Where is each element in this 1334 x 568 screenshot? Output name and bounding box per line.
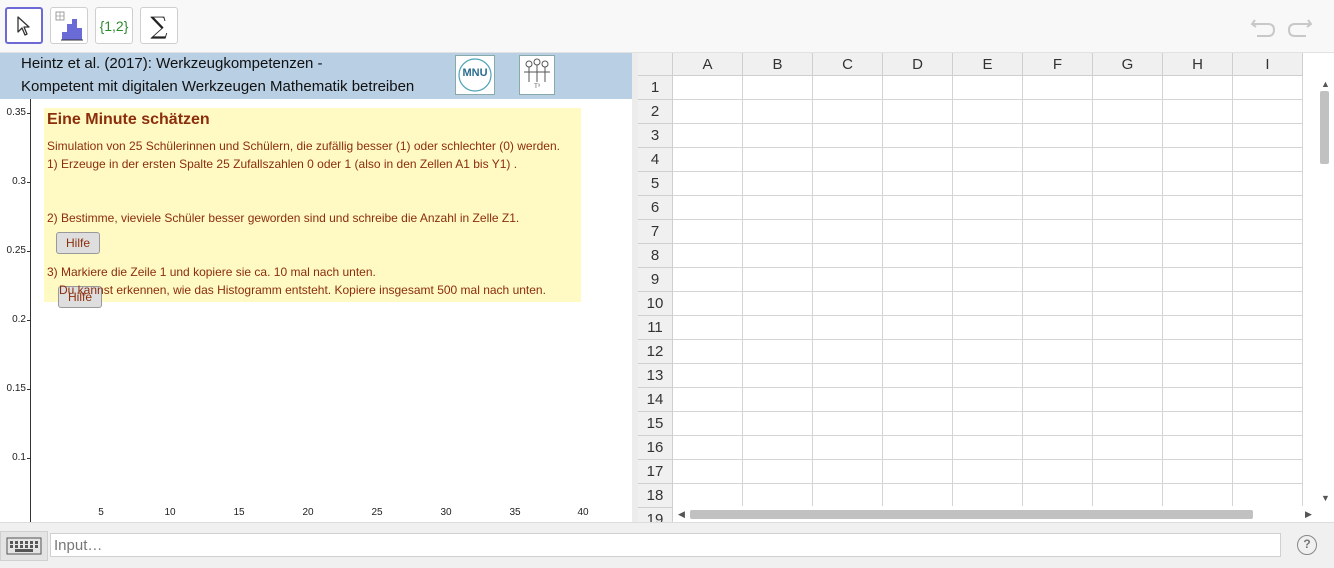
y-tick-mark <box>27 389 31 390</box>
row-header-12[interactable]: 12 <box>638 340 673 364</box>
x-tick-label: 35 <box>509 507 521 518</box>
row-header-8[interactable]: 8 <box>638 244 673 268</box>
spreadsheet-view[interactable]: ABCDEFGHI 1 2 3 4 5 6 7 8 9 10 11 12 13 14 15 16 17 18 19 … <box>638 53 1334 522</box>
sum-tool-button[interactable]: ∑ <box>140 7 178 44</box>
x-tick-label: 10 <box>164 507 176 518</box>
x-tick-label: 5 <box>98 507 104 518</box>
keyboard-button[interactable] <box>0 531 48 561</box>
header-line-1: Heintz et al. (2017): Werkzeugkompetenze… <box>21 55 323 72</box>
cursor-arrow-icon <box>17 15 30 36</box>
vertical-scrollbar-thumb[interactable] <box>1320 91 1329 164</box>
row-header-6[interactable]: 6 <box>638 196 673 220</box>
undo-button[interactable] <box>1247 12 1279 40</box>
row-header-14[interactable]: 14 <box>638 388 673 412</box>
histogram-tool-button[interactable] <box>50 7 88 44</box>
column-header-e[interactable]: E <box>953 53 1023 76</box>
column-header-i[interactable]: I <box>1233 53 1303 76</box>
redo-icon <box>1287 19 1313 37</box>
algebra-input[interactable] <box>50 533 1281 557</box>
y-tick-label: 0.15 <box>6 383 26 394</box>
task-title: Eine Minute schätzen <box>47 111 210 128</box>
undo-icon <box>1250 19 1276 37</box>
y-tick-mark <box>27 320 31 321</box>
toolbar: {1,2} ∑ <box>0 0 1334 53</box>
header-line-2: Kompetent mit digitalen Werkzeugen Mathe… <box>21 78 415 95</box>
list-braces-icon: {1,2} <box>99 17 129 34</box>
row-header-18[interactable]: 18 <box>638 484 673 508</box>
scroll-up-arrow-icon[interactable]: ▲ <box>1321 79 1330 89</box>
x-tick-label: 40 <box>577 507 589 518</box>
row-header-16[interactable]: 16 <box>638 436 673 460</box>
y-tick-mark <box>27 182 31 183</box>
column-header-f[interactable]: F <box>1023 53 1093 76</box>
task-line-1: Simulation von 25 Schülerinnen und Schül… <box>47 139 560 153</box>
list-tool-button[interactable]: {1,2} <box>95 7 133 44</box>
hilfe-button-1[interactable]: Hilfe <box>56 232 101 254</box>
task-line-5: Du kannst erkennen, wie das Histogramm e… <box>59 283 546 297</box>
row-header-5[interactable]: 5 <box>638 172 673 196</box>
vertical-scrollbar-track[interactable] <box>1303 76 1334 506</box>
mnu-logo: MNU <box>455 55 495 95</box>
column-header-d[interactable]: D <box>883 53 953 76</box>
t3-logo: T³ <box>519 55 555 95</box>
y-tick-mark <box>27 458 31 459</box>
scroll-down-arrow-icon[interactable]: ▼ <box>1321 493 1330 503</box>
move-tool-button[interactable] <box>5 7 43 44</box>
row-header-11[interactable]: 11 <box>638 316 673 340</box>
input-bar: ? <box>0 522 1334 568</box>
row-header-15[interactable]: 15 <box>638 412 673 436</box>
y-tick-mark <box>27 251 31 252</box>
row-header-1[interactable]: 1 <box>638 76 673 100</box>
y-tick-label: 0.1 <box>12 452 26 463</box>
keyboard-icon <box>6 537 42 555</box>
horizontal-scrollbar-thumb[interactable] <box>690 510 1253 519</box>
row-header-7[interactable]: 7 <box>638 220 673 244</box>
task-line-2: 1) Erzeuge in der ersten Spalte 25 Zufal… <box>47 157 518 171</box>
row-header-2[interactable]: 2 <box>638 100 673 124</box>
scroll-right-arrow-icon[interactable]: ▶ <box>1305 509 1312 520</box>
y-tick-label: 0.25 <box>6 245 26 256</box>
x-tick-label: 25 <box>371 507 383 518</box>
graphics-view[interactable]: Heintz et al. (2017): Werkzeugkompetenze… <box>0 53 632 522</box>
row-header-9[interactable]: 9 <box>638 268 673 292</box>
redo-button[interactable] <box>1284 12 1316 40</box>
task-line-3: 2) Bestimme, vieviele Schüler besser gew… <box>47 211 520 225</box>
row-header-13[interactable]: 13 <box>638 364 673 388</box>
task-box: Eine Minute schätzen Simulation von 25 S… <box>44 108 581 308</box>
column-header-a[interactable]: A <box>673 53 743 76</box>
row-header-4[interactable]: 4 <box>638 148 673 172</box>
x-tick-label: 15 <box>233 507 245 518</box>
t3-logo-text: T³ <box>534 84 540 90</box>
y-tick-label: 0.35 <box>6 107 26 118</box>
column-header-b[interactable]: B <box>743 53 813 76</box>
column-header-c[interactable]: C <box>813 53 883 76</box>
bar-chart-icon <box>55 11 83 40</box>
sigma-icon: ∑ <box>150 11 168 40</box>
y-tick-mark <box>27 113 31 114</box>
row-header-3[interactable]: 3 <box>638 124 673 148</box>
title-bar: Heintz et al. (2017): Werkzeugkompetenze… <box>0 53 632 99</box>
row-header-17[interactable]: 17 <box>638 460 673 484</box>
column-header-h[interactable]: H <box>1163 53 1233 76</box>
sheet-corner[interactable] <box>638 53 673 76</box>
help-icon[interactable]: ? <box>1297 535 1317 555</box>
x-tick-label: 30 <box>440 507 452 518</box>
column-header-g[interactable]: G <box>1093 53 1163 76</box>
cell-grid[interactable] <box>673 76 1303 522</box>
mnu-logo-text: MNU <box>462 67 488 79</box>
x-tick-label: 20 <box>302 507 314 518</box>
task-line-4: 3) Markiere die Zeile 1 und kopiere sie … <box>47 265 376 279</box>
y-tick-label: 0.2 <box>12 314 26 325</box>
scroll-left-arrow-icon[interactable]: ◀ <box>678 509 685 520</box>
row-header-19[interactable]: 19 <box>638 508 673 522</box>
row-header-10[interactable]: 10 <box>638 292 673 316</box>
y-tick-label: 0.3 <box>12 176 26 187</box>
